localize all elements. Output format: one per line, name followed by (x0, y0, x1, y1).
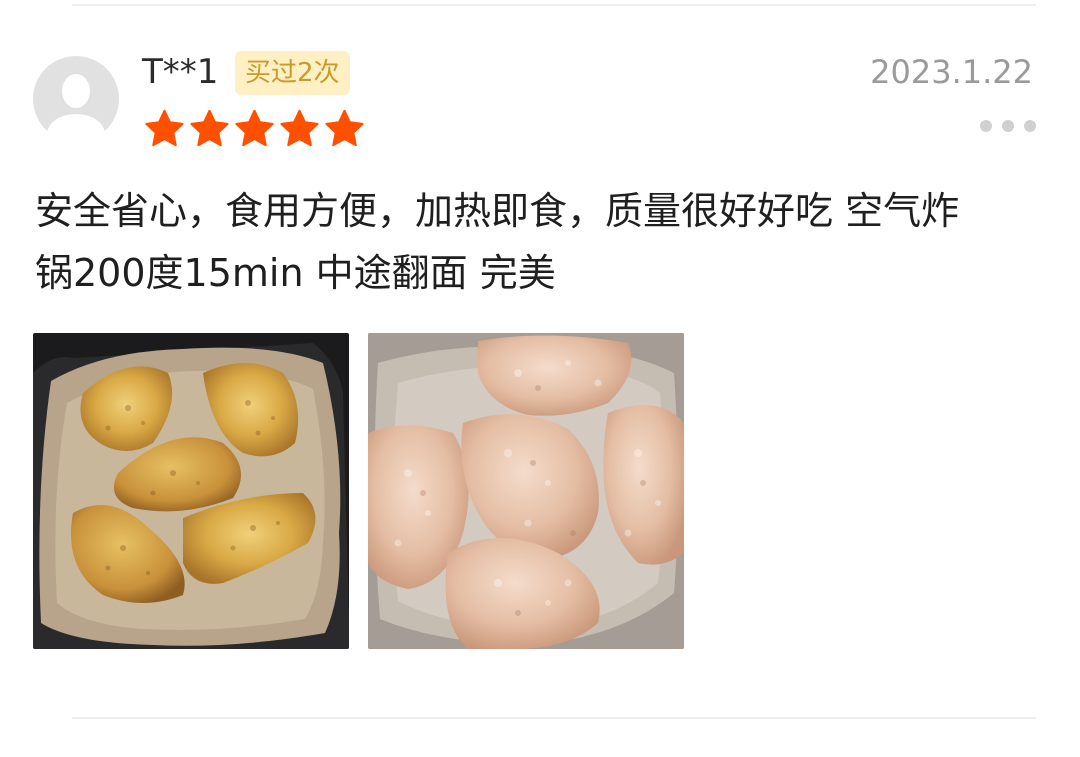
purchase-count-badge: 买过2次 (235, 51, 350, 95)
review-date: 2023.1.22 (870, 53, 1033, 91)
review-card: T**1 买过2次 2023.1.22 安全省心，食用方便，加热即食，质量很好好… (0, 0, 1080, 757)
review-text-line-1: 安全省心，食用方便，加热即食，质量很好好吃 空气炸 (35, 189, 960, 233)
cooked-chicken-image (33, 333, 349, 649)
more-dot-icon (1024, 120, 1036, 132)
review-photo-raw-chicken[interactable] (368, 333, 684, 649)
avatar-head-icon (62, 74, 90, 108)
star-icon (145, 109, 184, 147)
review-text-line-2: 锅200度15min 中途翻面 完美 (35, 251, 556, 295)
star-rating (143, 108, 366, 150)
avatar[interactable] (33, 56, 119, 142)
more-dot-icon (1002, 120, 1014, 132)
avatar-body-icon (47, 114, 105, 142)
star-icon (235, 109, 274, 147)
review-text: 安全省心，食用方便，加热即食，质量很好好吃 空气炸 锅200度15min 中途翻… (35, 180, 1055, 304)
raw-chicken-image (368, 333, 684, 649)
star-icon (190, 109, 229, 147)
more-options-button[interactable] (980, 116, 1036, 136)
bottom-divider (72, 717, 1036, 719)
review-photo-cooked-chicken[interactable] (33, 333, 349, 649)
username: T**1 (142, 52, 219, 92)
more-dot-icon (980, 120, 992, 132)
star-icon (325, 109, 364, 147)
star-icon (280, 109, 319, 147)
